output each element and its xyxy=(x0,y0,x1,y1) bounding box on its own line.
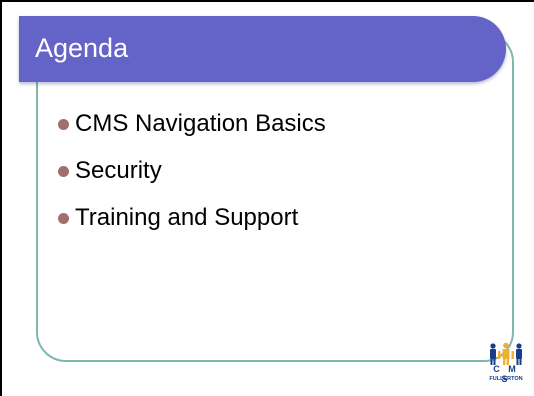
slide: Agenda CMS Navigation Basics Security Tr… xyxy=(0,0,534,396)
people-figures-icon xyxy=(490,342,522,365)
list-item-label: Security xyxy=(75,157,162,184)
list-item-label: CMS Navigation Basics xyxy=(75,110,326,137)
agenda-list: CMS Navigation Basics Security Training … xyxy=(58,112,326,253)
list-item-label: Training and Support xyxy=(75,204,299,231)
cms-fullerton-logo-icon: C M S FULLERTON xyxy=(487,342,525,392)
slide-title: Agenda xyxy=(35,33,129,63)
list-item: Training and Support xyxy=(58,206,326,230)
bullet-icon xyxy=(58,118,69,130)
list-item: CMS Navigation Basics xyxy=(58,112,326,136)
bullet-icon xyxy=(58,212,69,224)
bullet-icon xyxy=(58,165,69,177)
logo-fullerton-text: FULLERTON xyxy=(489,376,523,382)
title-bar: Agenda xyxy=(19,16,506,82)
list-item: Security xyxy=(58,159,326,183)
